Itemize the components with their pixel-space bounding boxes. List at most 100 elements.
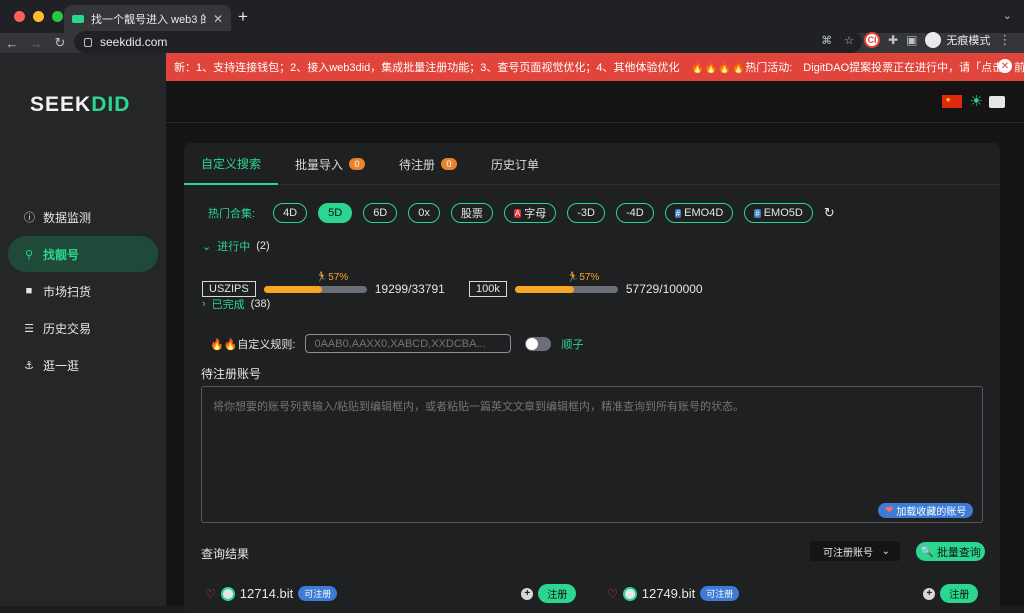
tab-close-icon[interactable]: ✕	[213, 12, 223, 26]
progress-tag[interactable]: 100k	[469, 281, 507, 297]
bookmark-star-icon[interactable]: ☆	[844, 34, 854, 47]
favorite-heart-icon[interactable]: ♡	[205, 587, 216, 601]
sidebar-item-find-number[interactable]: ⚲ 找靓号	[8, 236, 158, 272]
chip-emo5d[interactable]: # EMO5D	[744, 203, 813, 223]
refresh-icon[interactable]: ↻	[824, 205, 835, 221]
status-badge: 可注册	[298, 586, 338, 601]
tab-order-history[interactable]: 历史订单	[474, 143, 556, 185]
progress-percent: 🏃57%	[566, 271, 600, 283]
alphabet-icon: A	[513, 208, 522, 218]
pending-accounts-textarea[interactable]	[201, 386, 983, 523]
info-icon: ⓘ	[24, 212, 35, 224]
bag-icon: ■	[25, 285, 33, 297]
progress-bar: 🏃57%	[263, 272, 367, 293]
chip-6d[interactable]: 6D	[363, 203, 398, 223]
completed-toggle[interactable]: › 已完成 (38)	[202, 296, 270, 312]
result-row: ♡ 12749.bit 可注册 + 注册	[607, 584, 979, 603]
progress-fill	[263, 285, 323, 293]
chip-emo4d[interactable]: # EMO4D	[664, 203, 734, 223]
chip-letters[interactable]: A 字母	[503, 203, 557, 223]
search-card: 自定义搜索 批量导入 0 待注册 0 历史订单 热门合集: 4D 5D 6D 0…	[184, 143, 1000, 613]
list-icon: ☰	[24, 322, 34, 335]
custom-rule-input[interactable]	[305, 334, 512, 353]
tab-custom-search[interactable]: 自定义搜索	[184, 143, 279, 185]
favorite-heart-icon[interactable]: ♡	[607, 587, 618, 601]
tab-search-chevron-icon[interactable]: ⌄	[1003, 9, 1012, 22]
back-button[interactable]: ←	[0, 36, 24, 51]
result-name[interactable]: 12714.bit	[240, 586, 294, 601]
sidebar-item-data-monitor[interactable]: ⓘ 数据监测	[8, 199, 158, 235]
tab-pending-register[interactable]: 待注册 0	[382, 143, 474, 185]
load-favorites-button[interactable]: ❤ 加载收藏的账号	[878, 503, 974, 518]
tab-title: 找一个靓号进入 web3 的世界	[91, 14, 206, 26]
results-filter-select[interactable]: 可注册账号 ⌄	[810, 541, 900, 561]
sidebar-item-history[interactable]: ☰ 历史交易	[8, 310, 158, 346]
address-bar[interactable]: seekdid.com ⌘ ☆	[74, 31, 862, 53]
sidebar: SEEKDID ⓘ 数据监测 ⚲ 找靓号 ■ 市场扫货 ☰ 历史交易 ⚓ 逛一逛	[0, 53, 166, 606]
add-icon[interactable]: +	[521, 587, 534, 600]
browser-toolbar: ← → ↻ seekdid.com ⌘ ☆ CI ✚ ▣ 无痕模式 ⋮	[0, 31, 1024, 53]
chip-stocks[interactable]: 股票	[450, 203, 493, 223]
language-flag-icon[interactable]: ★	[942, 95, 962, 108]
progress-tag[interactable]: USZIPS	[202, 281, 256, 297]
sidebar-item-market[interactable]: ■ 市场扫货	[8, 273, 158, 309]
sidebar-item-label: 逛一逛	[43, 358, 80, 373]
runner-icon: 🏃	[566, 271, 580, 283]
chip-5d[interactable]: 5D	[318, 203, 353, 223]
minimize-window-button[interactable]	[33, 11, 44, 22]
url-text[interactable]: seekdid.com	[100, 35, 167, 49]
sequence-toggle-label: 顺子	[561, 338, 584, 351]
seekdid-mini-logo-icon	[220, 586, 235, 601]
result-row: ♡ 12714.bit 可注册 + 注册	[205, 584, 577, 603]
lock-icon[interactable]	[84, 37, 92, 47]
wallet-icon[interactable]	[989, 96, 1005, 108]
chip-4d[interactable]: 4D	[273, 203, 308, 223]
sequence-toggle[interactable]	[525, 336, 552, 351]
browser-menu-icon[interactable]: ⋮	[998, 32, 1011, 48]
numbers-icon: #	[754, 208, 761, 218]
new-tab-button[interactable]: +	[238, 7, 248, 27]
result-name[interactable]: 12749.bit	[642, 586, 696, 601]
hot-collections: 热门合集: 4D 5D 6D 0x 股票 A 字母 -3D -4D # EMO4…	[208, 203, 835, 223]
app: SEEKDID ⓘ 数据监测 ⚲ 找靓号 ■ 市场扫货 ☰ 历史交易 ⚓ 逛一逛	[0, 53, 1024, 613]
numbers-icon: #	[674, 208, 682, 218]
announcement-banner[interactable]: 新：1、支持连接钱包；2、接入web3did，集成批量注册功能；3、查号页面视觉…	[166, 53, 1024, 81]
chip-0x[interactable]: 0x	[408, 203, 440, 223]
banner-text[interactable]: 新：1、支持连接钱包；2、接入web3did，集成批量注册功能；3、查号页面视觉…	[166, 59, 1024, 75]
progress-count: 57729/100000	[625, 282, 703, 296]
progress-fill	[514, 285, 574, 293]
sidebar-item-browse[interactable]: ⚓ 逛一逛	[8, 347, 158, 383]
window-controls	[14, 11, 63, 22]
progress-bar: 🏃57%	[514, 272, 618, 293]
runner-icon: 🏃	[315, 271, 329, 283]
register-button[interactable]: 注册	[940, 584, 979, 603]
search-icon: 🔍	[920, 546, 934, 558]
count-badge: 0	[441, 158, 458, 170]
chip-minus-4d[interactable]: -4D	[615, 203, 654, 223]
custom-rule-row: 🔥🔥自定义规则: 顺子	[210, 334, 583, 353]
in-progress-toggle[interactable]: ⌄ 进行中 (2)	[202, 238, 270, 254]
maximize-window-button[interactable]	[52, 11, 63, 22]
seekdid-logo[interactable]: SEEKDID	[30, 93, 130, 117]
progress-item: 100k 🏃57% 57729/100000	[469, 272, 703, 297]
tab-batch-import[interactable]: 批量导入 0	[278, 143, 382, 185]
banner-close-icon[interactable]: ✕	[998, 59, 1012, 73]
chip-minus-3d[interactable]: -3D	[567, 203, 605, 223]
batch-query-button[interactable]: 🔍 批量查询	[916, 542, 985, 561]
sidebar-item-label: 市场扫货	[43, 284, 92, 299]
reload-button[interactable]: ↻	[48, 35, 72, 51]
chevron-down-icon: ⌄	[202, 240, 212, 253]
theme-toggle-sun-icon[interactable]: ☀	[970, 92, 983, 110]
side-panel-icon[interactable]: ▣	[906, 33, 917, 47]
incognito-indicator[interactable]: 无痕模式	[925, 32, 990, 48]
progress-count: 19299/33791	[374, 282, 445, 296]
register-button[interactable]: 注册	[538, 584, 577, 603]
close-window-button[interactable]	[14, 11, 25, 22]
anchor-icon: ⚓	[24, 359, 34, 372]
translate-icon[interactable]: ⌘	[821, 34, 832, 47]
browser-tab[interactable]: 找一个靓号进入 web3 的世界 ✕	[64, 5, 231, 33]
extension-ci-icon[interactable]: CI	[864, 32, 880, 48]
extensions-puzzle-icon[interactable]: ✚	[888, 33, 898, 47]
forward-button[interactable]: →	[24, 36, 48, 51]
add-icon[interactable]: +	[923, 587, 936, 600]
